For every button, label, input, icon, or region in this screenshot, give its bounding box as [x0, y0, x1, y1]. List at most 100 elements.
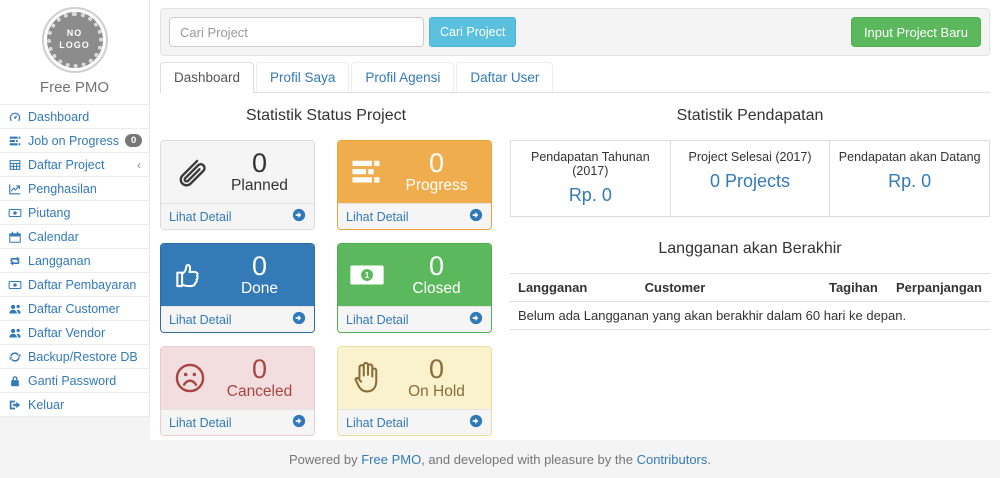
stat-pendapatan-tahunan: Pendapatan Tahunan (2017) Rp. 0	[511, 141, 670, 216]
sidebar-item-label: Backup/Restore DB	[28, 350, 138, 364]
column-header-tagihan: Tagihan	[821, 274, 888, 302]
users-icon	[8, 326, 22, 340]
refresh-icon	[8, 350, 22, 364]
sidebar-item-label: Dashboard	[28, 110, 89, 124]
table-row: Belum ada Langganan yang akan berakhir d…	[510, 302, 990, 330]
tab-dashboard[interactable]: Dashboard	[160, 62, 254, 93]
card-on-hold: 0 On Hold Lihat Detail	[337, 346, 492, 436]
search-well: Cari Project Input Project Baru	[160, 8, 990, 56]
card-canceled: 0 Canceled Lihat Detail	[160, 346, 315, 436]
sidebar-item-daftar-customer[interactable]: Daftar Customer	[0, 297, 149, 321]
dashboard-content: Statistik Status Project 0 Planned Lihat…	[160, 93, 990, 436]
tab-profil-saya[interactable]: Profil Saya	[256, 62, 349, 92]
column-header-perpanjangan: Perpanjangan	[888, 274, 990, 302]
card-count: 0	[390, 149, 483, 177]
sidebar-item-label: Daftar Vendor	[28, 326, 105, 340]
detail-link-label: Lihat Detail	[346, 210, 409, 224]
sidebar-item-piutang[interactable]: Piutang	[0, 201, 149, 225]
stat-label: Pendapatan akan Datang	[834, 150, 985, 164]
sidebar-item-daftar-project[interactable]: Daftar Project ‹	[0, 153, 149, 177]
footer-text: , and developed with pleasure by the	[421, 452, 636, 467]
sidebar-item-label: Daftar Customer	[28, 302, 120, 316]
detail-link-label: Lihat Detail	[169, 210, 232, 224]
thumbs-up-icon	[171, 256, 213, 294]
free-pmo-link[interactable]: Free PMO	[361, 452, 421, 467]
arrow-circle-right-icon	[292, 208, 306, 225]
sidebar-item-job-on-progress[interactable]: Job on Progress 0	[0, 129, 149, 153]
status-section-title: Statistik Status Project	[160, 107, 492, 125]
retweet-icon	[8, 254, 22, 268]
arrow-circle-right-icon	[292, 311, 306, 328]
sidebar-menu: Dashboard Job on Progress 0 Daftar Proje…	[0, 104, 149, 417]
footer-text: .	[707, 452, 711, 467]
search-input[interactable]	[169, 17, 424, 47]
sidebar-item-label: Penghasilan	[28, 182, 97, 196]
table-icon	[8, 158, 22, 172]
card-label: Done	[213, 280, 306, 298]
search-button[interactable]: Cari Project	[429, 17, 516, 47]
done-detail-link[interactable]: Lihat Detail	[161, 306, 314, 332]
progress-detail-link[interactable]: Lihat Detail	[338, 203, 491, 229]
card-label: Progress	[390, 177, 483, 195]
no-logo-badge: NO LOGO	[42, 7, 108, 73]
main-content: Cari Project Input Project Baru Dashboar…	[150, 0, 1000, 440]
tab-profil-agensi[interactable]: Profil Agensi	[351, 62, 454, 92]
sidebar-item-label: Piutang	[28, 206, 70, 220]
new-project-button[interactable]: Input Project Baru	[851, 17, 981, 47]
page: NO LOGO Free PMO Dashboard Job on Progre…	[0, 0, 1000, 440]
sidebar-item-penghasilan[interactable]: Penghasilan	[0, 177, 149, 201]
page-footer: Powered by Free PMO, and developed with …	[0, 440, 1000, 478]
detail-link-label: Lihat Detail	[346, 416, 409, 430]
hand-stop-icon	[348, 359, 390, 397]
users-icon	[8, 302, 22, 316]
stat-pendapatan-akan-datang: Pendapatan akan Datang Rp. 0	[829, 141, 989, 216]
arrow-circle-right-icon	[469, 414, 483, 431]
sidebar-item-dashboard[interactable]: Dashboard	[0, 105, 149, 129]
arrow-circle-right-icon	[469, 311, 483, 328]
card-label: Closed	[390, 280, 483, 298]
on-hold-detail-link[interactable]: Lihat Detail	[338, 409, 491, 435]
status-section: Statistik Status Project 0 Planned Lihat…	[160, 93, 492, 436]
card-count: 0	[390, 252, 483, 280]
contributors-link[interactable]: Contributors	[637, 452, 708, 467]
planned-detail-link[interactable]: Lihat Detail	[161, 203, 314, 229]
paperclip-icon	[171, 153, 213, 191]
tab-bar: Dashboard Profil Saya Profil Agensi Daft…	[160, 62, 990, 93]
detail-link-label: Lihat Detail	[169, 416, 232, 430]
stat-value: 0 Projects	[675, 171, 826, 192]
sidebar-item-ganti-password[interactable]: Ganti Password	[0, 369, 149, 393]
sidebar-item-keluar[interactable]: Keluar	[0, 393, 149, 417]
stat-label: Project Selesai (2017)	[675, 150, 826, 164]
lock-icon	[8, 374, 22, 388]
detail-link-label: Lihat Detail	[169, 313, 232, 327]
empty-subscription-message: Belum ada Langganan yang akan berakhir d…	[510, 302, 990, 330]
canceled-detail-link[interactable]: Lihat Detail	[161, 409, 314, 435]
card-count: 0	[213, 149, 306, 177]
card-closed: 1 0 Closed Lihat Detail	[337, 243, 492, 333]
closed-detail-link[interactable]: Lihat Detail	[338, 306, 491, 332]
arrow-circle-right-icon	[292, 414, 306, 431]
subscription-section-title: Langganan akan Berakhir	[510, 240, 990, 258]
stat-value: Rp. 0	[834, 171, 985, 192]
sidebar-item-backup-restore-db[interactable]: Backup/Restore DB	[0, 345, 149, 369]
tab-daftar-user[interactable]: Daftar User	[456, 62, 553, 92]
sidebar-item-label: Daftar Project	[28, 158, 104, 172]
frown-icon	[171, 359, 213, 397]
sidebar-item-label: Ganti Password	[28, 374, 116, 388]
stat-label: Pendapatan Tahunan (2017)	[515, 150, 666, 178]
sidebar-item-daftar-pembayaran[interactable]: Daftar Pembayaran	[0, 273, 149, 297]
card-progress: 0 Progress Lihat Detail	[337, 140, 492, 230]
card-closed-body: 1 0 Closed	[338, 244, 491, 306]
card-done-body: 0 Done	[161, 244, 314, 306]
sign-out-icon	[8, 398, 22, 412]
card-done: 0 Done Lihat Detail	[160, 243, 315, 333]
sidebar-item-calendar[interactable]: Calendar	[0, 225, 149, 249]
sidebar-item-daftar-vendor[interactable]: Daftar Vendor	[0, 321, 149, 345]
arrow-circle-right-icon	[469, 208, 483, 225]
money-icon: 1	[348, 256, 390, 294]
sidebar-item-langganan[interactable]: Langganan	[0, 249, 149, 273]
card-on-hold-body: 0 On Hold	[338, 347, 491, 409]
job-count-badge: 0	[125, 134, 142, 148]
card-canceled-body: 0 Canceled	[161, 347, 314, 409]
money-icon	[8, 206, 22, 220]
